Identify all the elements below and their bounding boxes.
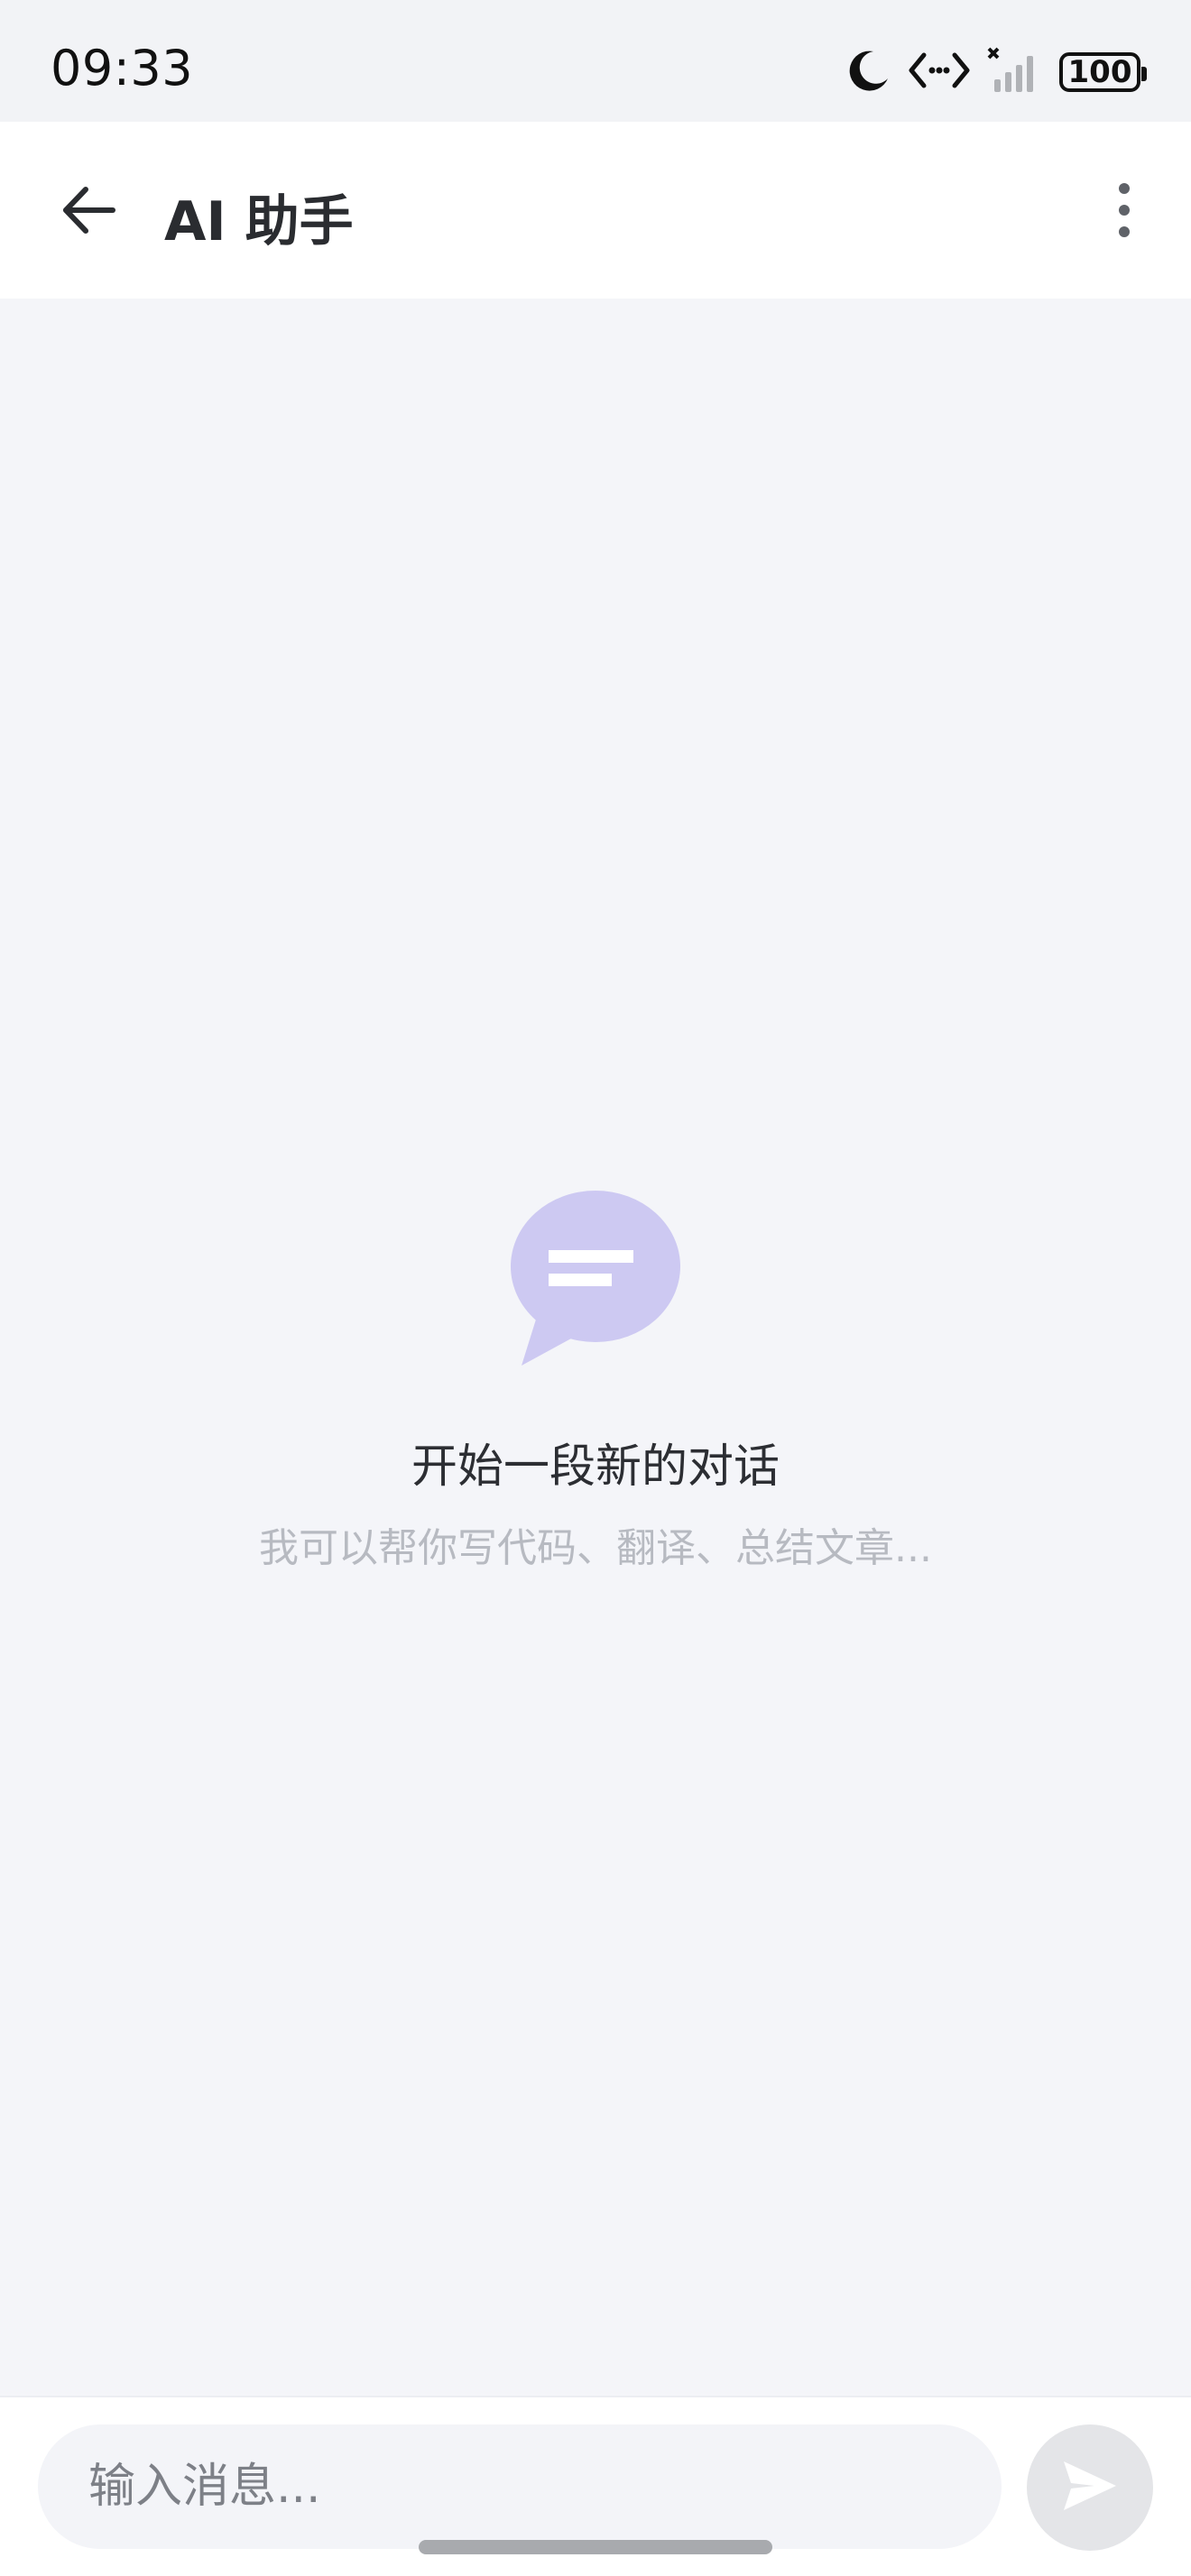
no-signal-icon [987,47,1043,97]
status-time: 09:33 [51,40,194,97]
back-button[interactable] [45,169,132,255]
battery-icon: 100 [1059,52,1147,92]
message-input[interactable] [38,2424,1002,2549]
app-bar: AI 助手 [0,122,1191,299]
arrow-left-icon [59,180,118,244]
data-transfer-icon [908,50,971,95]
page-title: AI 助手 [164,190,354,253]
status-bar: 09:33 100 [0,0,1191,122]
send-icon [1058,2454,1122,2521]
chat-screen: 09:33 100 AI 助手 开始一段新的对话 我可以帮你写代码、翻译、总结文… [0,0,1191,2576]
status-icons: 100 [846,41,1147,104]
more-vertical-icon [1115,181,1133,243]
moon-icon [846,48,891,97]
battery-level: 100 [1067,54,1132,90]
empty-state-title: 开始一段新的对话 [411,1440,780,1494]
send-button[interactable] [1027,2424,1153,2551]
empty-state-subtitle: 我可以帮你写代码、翻译、总结文章... [259,1525,932,1571]
home-indicator [419,2540,772,2554]
empty-state: 开始一段新的对话 我可以帮你写代码、翻译、总结文章... [0,1191,1191,1573]
chat-bubble-icon [505,1191,686,1371]
more-options-button[interactable] [1081,169,1168,255]
